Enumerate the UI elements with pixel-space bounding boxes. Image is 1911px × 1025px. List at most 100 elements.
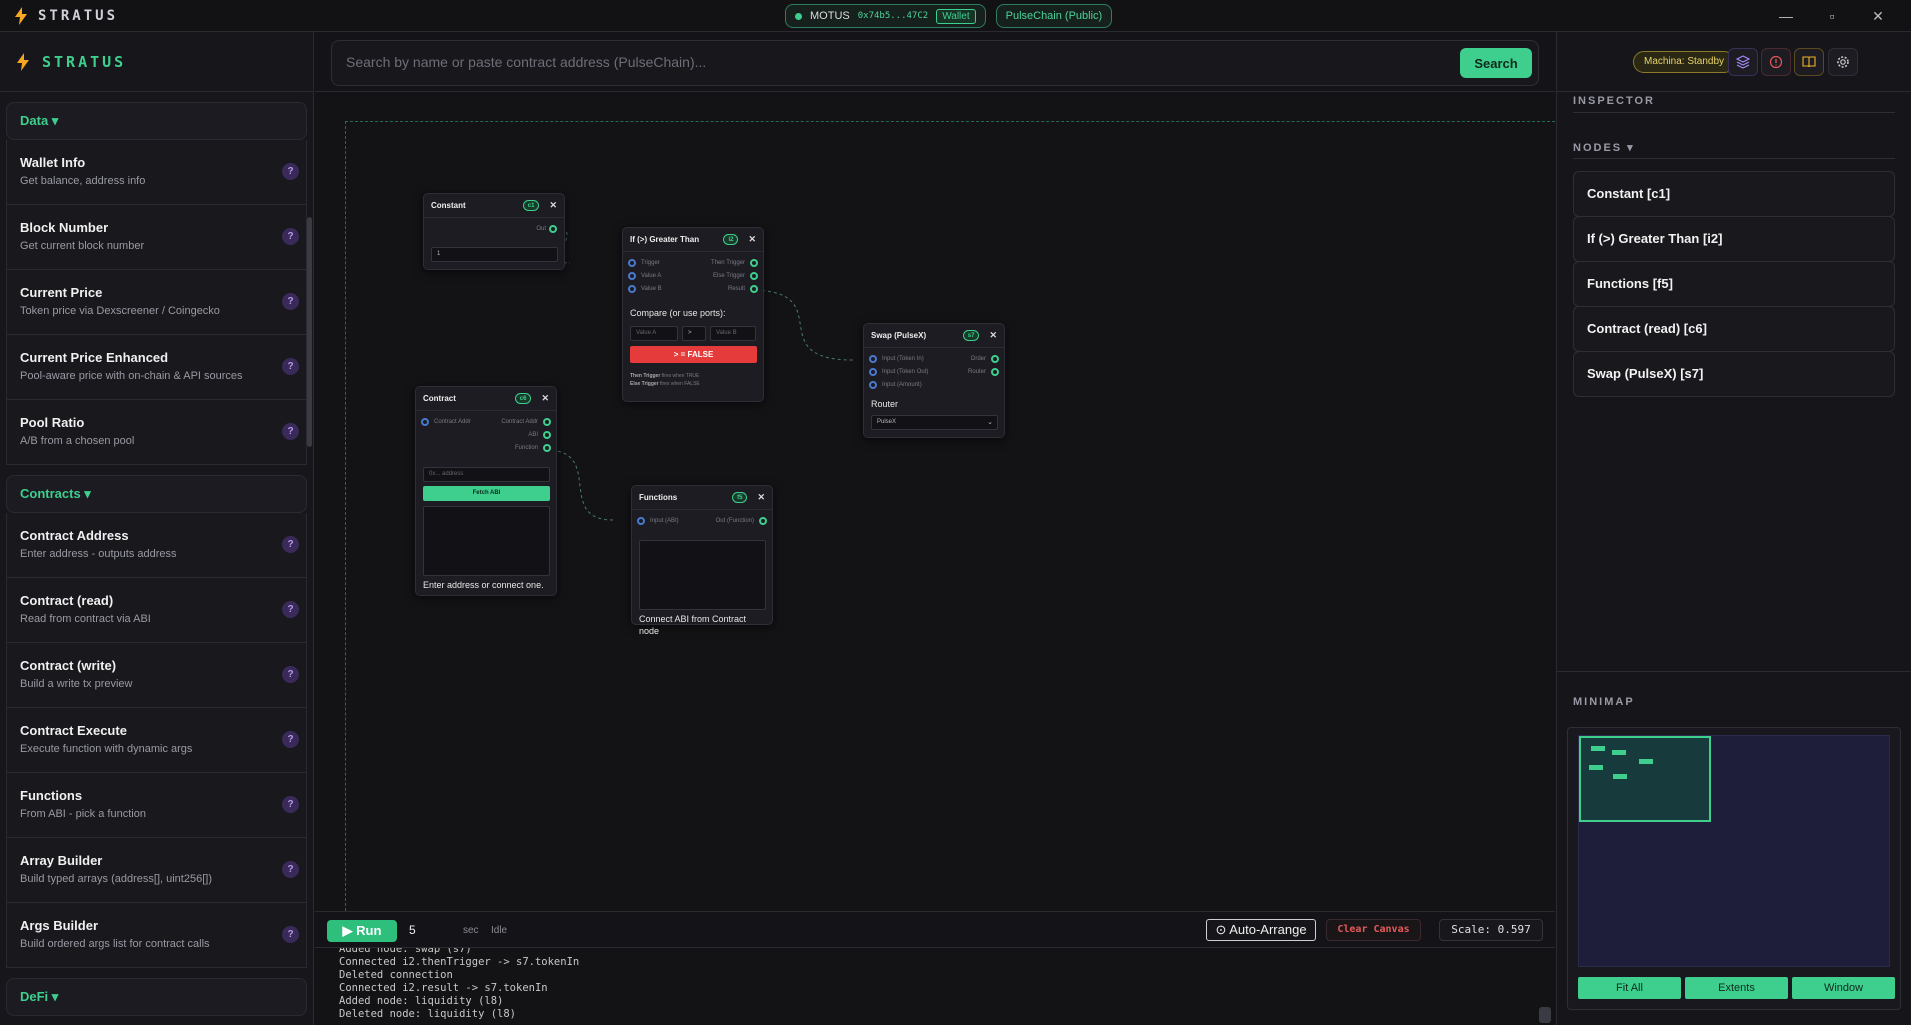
minimap-canvas[interactable]: [1578, 735, 1890, 967]
help-icon[interactable]: ?: [282, 796, 299, 813]
maximize-button[interactable]: ▫: [1809, 8, 1855, 24]
output-port-order[interactable]: [991, 355, 999, 363]
palette-item-block-number[interactable]: Block Number Get current block number?: [6, 205, 307, 270]
palette-item-contract-address[interactable]: Contract Address Enter address - outputs …: [6, 513, 307, 578]
input-port-contract-addr[interactable]: [421, 418, 429, 426]
minimap[interactable]: Fit All Extents Window: [1567, 727, 1901, 1010]
help-icon[interactable]: ?: [282, 666, 299, 683]
palette-item-current-price-enhanced[interactable]: Current Price Enhanced Pool-aware price w…: [6, 335, 307, 400]
auto-arrange-button[interactable]: ⊙ Auto-Arrange: [1206, 919, 1316, 941]
run-button[interactable]: ▶ Run: [327, 920, 397, 942]
window-button[interactable]: Window: [1792, 977, 1895, 999]
help-icon[interactable]: ?: [282, 423, 299, 440]
close-icon[interactable]: ✕: [757, 492, 765, 503]
output-port-function[interactable]: [759, 517, 767, 525]
input-port-trigger[interactable]: [628, 259, 636, 267]
palette-item-pool-ratio[interactable]: Pool Ratio A/B from a chosen pool?: [6, 400, 307, 465]
extents-button[interactable]: Extents: [1685, 977, 1788, 999]
node-functions[interactable]: Functions f5 ✕ Input (ABI) Out (Function) …: [631, 485, 773, 636]
output-port-function[interactable]: [543, 444, 551, 452]
node-constant[interactable]: Constant c1 ✕ Out 1: [423, 193, 565, 270]
input-port-amount[interactable]: [869, 381, 877, 389]
input-port-abi[interactable]: [637, 517, 645, 525]
node-header[interactable]: Swap (PulseX) s7 ✕: [864, 324, 1004, 348]
interval-input[interactable]: 5: [409, 923, 416, 937]
settings-button[interactable]: [1828, 48, 1858, 76]
node-contract[interactable]: Contract c6 ✕ Contract Addr Contract Addr …: [415, 386, 557, 596]
log-scrollbar[interactable]: [1539, 1007, 1551, 1023]
palette-item-contract-execute[interactable]: Contract Execute Execute function with dy…: [6, 708, 307, 773]
help-icon[interactable]: ?: [282, 861, 299, 878]
category-data[interactable]: Data ▾: [6, 102, 307, 140]
close-icon[interactable]: ✕: [541, 393, 549, 404]
wallet-tag[interactable]: Wallet: [936, 8, 976, 24]
contract-address-input[interactable]: 0x... address: [423, 467, 550, 482]
search-button[interactable]: Search: [1460, 48, 1532, 78]
close-icon[interactable]: ✕: [549, 200, 557, 211]
category-contracts[interactable]: Contracts ▾: [6, 475, 307, 513]
input-port-token-in[interactable]: [869, 355, 877, 363]
node-header[interactable]: If (>) Greater Than i2 ✕: [623, 228, 763, 252]
help-icon[interactable]: ?: [282, 601, 299, 618]
event-log[interactable]: Added node: swap (s7) Connected i2.thenT…: [315, 947, 1555, 1025]
node-header[interactable]: Functions f5 ✕: [632, 486, 772, 510]
router-select[interactable]: PulseX ⌄: [871, 415, 998, 430]
output-port-result[interactable]: [750, 285, 758, 293]
operator-select[interactable]: >: [682, 326, 706, 341]
node-swap-pulsex[interactable]: Swap (PulseX) s7 ✕ Input (Token In) Input …: [863, 323, 1005, 438]
clear-canvas-button[interactable]: Clear Canvas: [1326, 919, 1421, 941]
input-port-value-b[interactable]: [628, 285, 636, 293]
palette-item-wallet-info[interactable]: Wallet Info Get balance, address info?: [6, 140, 307, 205]
wallet-pill[interactable]: MOTUS 0x74b5...47C2 Wallet: [785, 4, 986, 28]
palette-item-contract-write[interactable]: Contract (write) Build a write tx preview…: [6, 643, 307, 708]
output-port[interactable]: [549, 225, 557, 233]
help-icon[interactable]: ?: [282, 228, 299, 245]
output-port-then[interactable]: [750, 259, 758, 267]
palette-item-array-builder[interactable]: Array Builder Build typed arrays (address…: [6, 838, 307, 903]
fit-all-button[interactable]: Fit All: [1578, 977, 1681, 999]
constant-value-input[interactable]: 1: [431, 247, 558, 262]
close-icon[interactable]: ✕: [748, 234, 756, 245]
help-icon[interactable]: ?: [282, 358, 299, 375]
alert-button[interactable]: [1761, 48, 1791, 76]
inspector-node-c6[interactable]: Contract (read) [c6]: [1573, 306, 1895, 352]
value-a-input[interactable]: Value A: [630, 326, 678, 341]
output-port-abi[interactable]: [543, 431, 551, 439]
palette-item-current-price[interactable]: Current Price Token price via Dexscreener…: [6, 270, 307, 335]
node-greater-than[interactable]: If (>) Greater Than i2 ✕ Trigger Value A V…: [622, 227, 764, 402]
help-icon[interactable]: ?: [282, 731, 299, 748]
sidebar-header: STRATUS: [0, 32, 313, 92]
output-port-router[interactable]: [991, 368, 999, 376]
help-icon[interactable]: ?: [282, 293, 299, 310]
close-window-button[interactable]: ✕: [1855, 8, 1901, 25]
output-port-contract-addr[interactable]: [543, 418, 551, 426]
help-icon[interactable]: ?: [282, 536, 299, 553]
network-pill[interactable]: PulseChain (Public): [995, 4, 1113, 28]
output-port-else[interactable]: [750, 272, 758, 280]
category-defi[interactable]: DeFi ▾: [6, 978, 307, 1016]
help-icon[interactable]: ?: [282, 926, 299, 943]
palette-item-contract-read[interactable]: Contract (read) Read from contract via AB…: [6, 578, 307, 643]
docs-button[interactable]: [1794, 48, 1824, 76]
input-port-token-out[interactable]: [869, 368, 877, 376]
inspector-node-c1[interactable]: Constant [c1]: [1573, 171, 1895, 217]
help-icon[interactable]: ?: [282, 163, 299, 180]
nodes-heading[interactable]: NODES ▾: [1573, 141, 1635, 154]
palette-item-functions[interactable]: Functions From ABI - pick a function?: [6, 773, 307, 838]
inspector-node-f5[interactable]: Functions [f5]: [1573, 261, 1895, 307]
search-input[interactable]: [346, 54, 1446, 70]
node-canvas[interactable]: Constant c1 ✕ Out 1 If (>) Greater Than i2 ✕…: [315, 93, 1555, 911]
node-header[interactable]: Contract c6 ✕: [416, 387, 556, 411]
node-header[interactable]: Constant c1 ✕: [424, 194, 564, 218]
inspector-node-s7[interactable]: Swap (PulseX) [s7]: [1573, 351, 1895, 397]
close-icon[interactable]: ✕: [989, 330, 997, 341]
inspector-node-i2[interactable]: If (>) Greater Than [i2]: [1573, 216, 1895, 262]
sidebar-scrollbar[interactable]: [307, 217, 312, 447]
input-port-value-a[interactable]: [628, 272, 636, 280]
layers-button[interactable]: [1728, 48, 1758, 76]
palette-item-args-builder[interactable]: Args Builder Build ordered args list for …: [6, 903, 307, 968]
value-b-input[interactable]: Value B: [710, 326, 756, 341]
fetch-abi-button[interactable]: Fetch ABI: [423, 486, 550, 501]
minimize-button[interactable]: —: [1763, 8, 1809, 24]
machina-status-badge[interactable]: Machina: Standby: [1633, 51, 1736, 73]
